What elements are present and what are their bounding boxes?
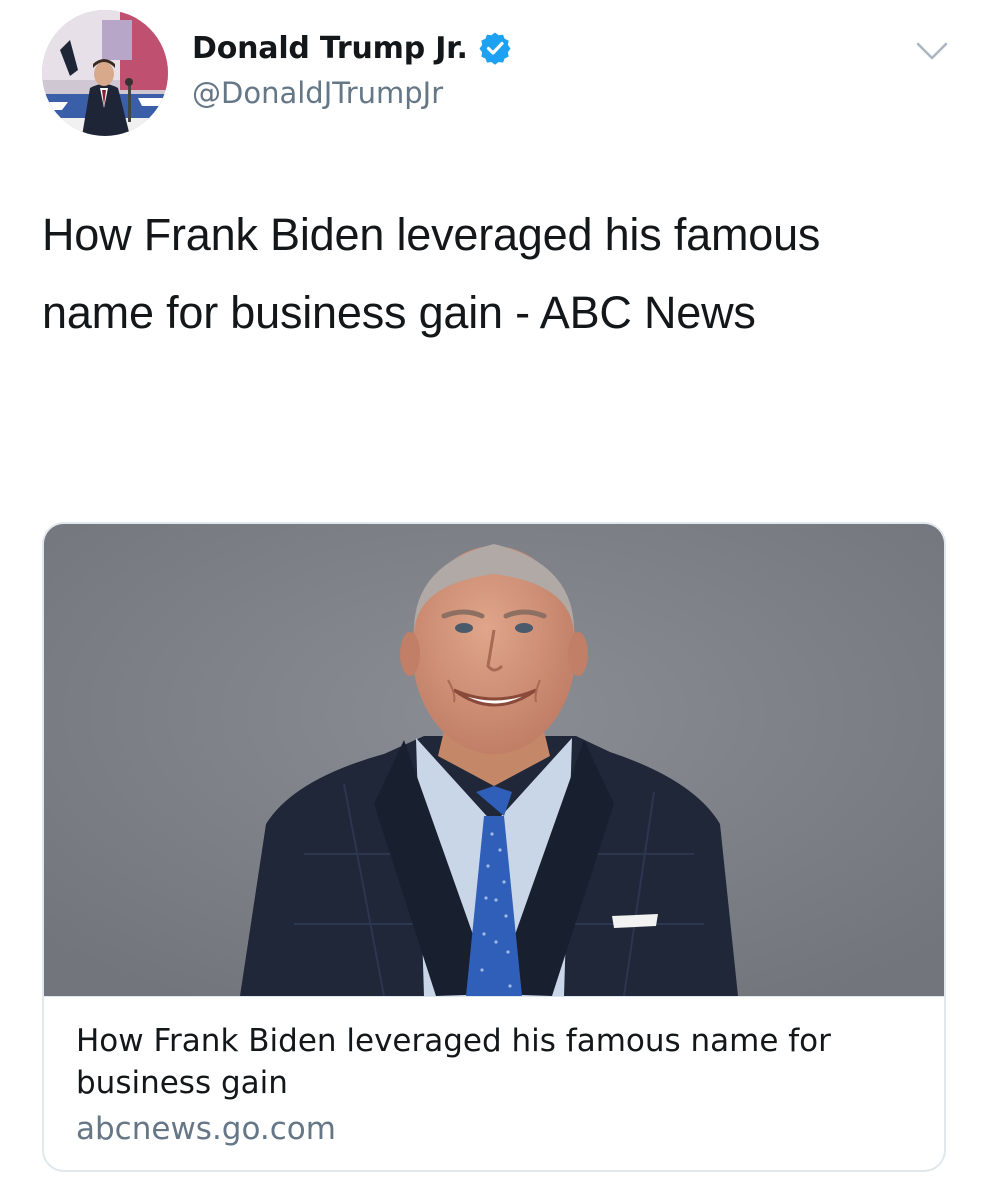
article-photo <box>44 524 944 996</box>
profile-photo <box>42 10 168 136</box>
link-preview-card[interactable]: How Frank Biden leveraged his famous nam… <box>42 522 946 1172</box>
card-title[interactable]: How Frank Biden leveraged his famous nam… <box>76 1020 926 1104</box>
card-image[interactable] <box>44 524 944 996</box>
card-divider <box>44 996 944 997</box>
author-handle[interactable]: @DonaldJTrumpJr <box>192 76 443 110</box>
tweet-text: How Frank Biden leveraged his famous nam… <box>42 209 821 338</box>
card-domain[interactable]: abcnews.go.com <box>76 1108 336 1150</box>
author-name-row: Donald Trump Jr. <box>192 28 512 68</box>
author-avatar[interactable] <box>42 10 168 136</box>
tweet: Donald Trump Jr. @DonaldJTrumpJr How Fra… <box>0 0 988 1200</box>
author-display-name[interactable]: Donald Trump Jr. <box>192 31 468 66</box>
verified-badge-icon <box>478 31 512 65</box>
chevron-down-icon[interactable] <box>914 40 950 64</box>
